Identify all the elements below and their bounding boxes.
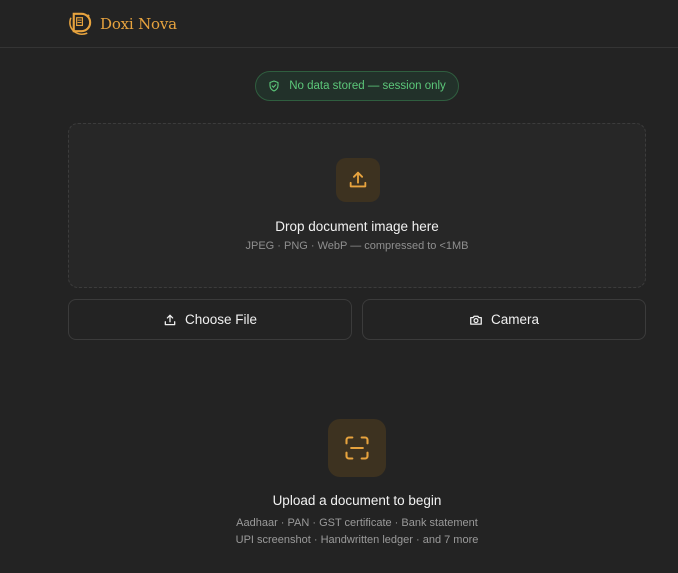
- doxi-nova-logo-icon: [69, 12, 92, 35]
- dropzone-subtitle: JPEG · PNG · WebP — compressed to <1MB: [245, 240, 469, 252]
- dropzone-title: Drop document image here: [275, 219, 439, 234]
- empty-state-title: Upload a document to begin: [272, 493, 442, 508]
- empty-state-icon-box: [328, 419, 386, 477]
- choose-file-label: Choose File: [184, 312, 258, 327]
- document-dropzone[interactable]: Drop document image here JPEG · PNG · We…: [68, 123, 646, 288]
- supported-documents-line-1: Aadhaar · PAN · GST certificate · Bank s…: [236, 517, 478, 529]
- app-header: Doxi Nova: [0, 0, 678, 48]
- shield-check-icon: [269, 80, 279, 92]
- privacy-badge-text: No data stored — session only: [289, 80, 446, 92]
- dropzone-icon-box: [336, 158, 380, 202]
- camera-icon: [470, 315, 482, 325]
- camera-button[interactable]: Camera: [362, 299, 646, 340]
- brand-name: Doxi Nova: [100, 14, 177, 33]
- upload-icon: [164, 314, 176, 325]
- brand[interactable]: Doxi Nova: [67, 10, 177, 37]
- camera-label: Camera: [490, 312, 539, 327]
- choose-file-button[interactable]: Choose File: [68, 299, 352, 340]
- upload-icon: [349, 171, 367, 188]
- scan-icon: [345, 436, 369, 460]
- privacy-badge: No data stored — session only: [255, 71, 459, 101]
- supported-documents-line-2: UPI screenshot · Handwritten ledger · an…: [235, 534, 479, 546]
